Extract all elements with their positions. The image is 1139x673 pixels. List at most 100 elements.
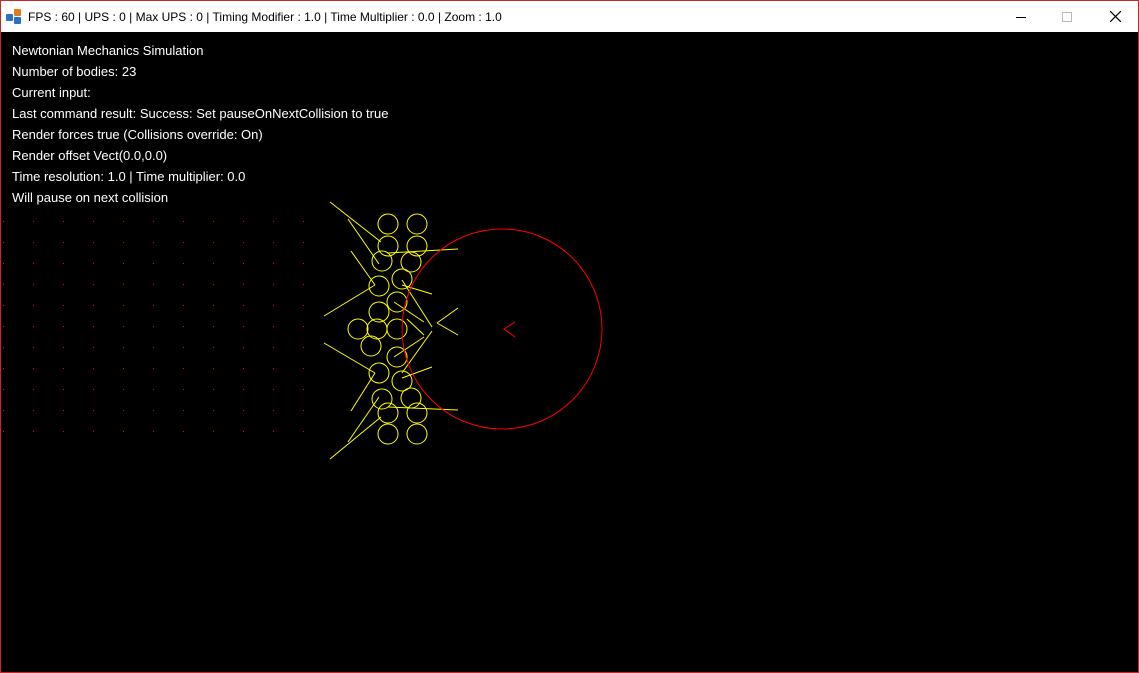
grid-dot bbox=[273, 326, 274, 327]
grid-dot bbox=[153, 410, 154, 411]
grid-dot bbox=[153, 368, 154, 369]
grid-dot bbox=[93, 305, 94, 306]
grid-dot bbox=[3, 410, 4, 411]
grid-dot bbox=[153, 389, 154, 390]
grid-dot bbox=[213, 242, 214, 243]
grid-dot bbox=[93, 431, 94, 432]
force-vector bbox=[401, 284, 433, 295]
grid-dot bbox=[33, 326, 34, 327]
grid-dot bbox=[63, 347, 64, 348]
grid-dot bbox=[153, 326, 154, 327]
small-body bbox=[406, 235, 428, 257]
minimize-button[interactable] bbox=[998, 1, 1044, 32]
grid-dot bbox=[183, 410, 184, 411]
grid-dot bbox=[153, 347, 154, 348]
grid-dot bbox=[123, 368, 124, 369]
grid-dot bbox=[93, 221, 94, 222]
grid-dot bbox=[33, 368, 34, 369]
grid-dot bbox=[243, 368, 244, 369]
grid-dot bbox=[213, 368, 214, 369]
grid-dot bbox=[123, 305, 124, 306]
small-body bbox=[406, 213, 428, 235]
grid-dot bbox=[123, 389, 124, 390]
grid-dot bbox=[273, 368, 274, 369]
grid-dot bbox=[243, 263, 244, 264]
grid-dot bbox=[213, 431, 214, 432]
small-body bbox=[377, 402, 399, 424]
grid-dot bbox=[63, 263, 64, 264]
force-vector bbox=[401, 330, 433, 374]
time-settings-text: Time resolution: 1.0 | Time multiplier: … bbox=[12, 169, 246, 184]
grid-dot bbox=[153, 305, 154, 306]
grid-dot bbox=[33, 305, 34, 306]
small-body bbox=[371, 388, 393, 410]
grid-dot bbox=[273, 221, 274, 222]
force-vector bbox=[329, 201, 382, 243]
java-cup-icon bbox=[6, 8, 22, 25]
grid-dot bbox=[3, 221, 4, 222]
grid-dot bbox=[33, 221, 34, 222]
grid-dot bbox=[3, 284, 4, 285]
grid-dot bbox=[303, 347, 304, 348]
grid-dot bbox=[273, 389, 274, 390]
grid-dot bbox=[213, 326, 214, 327]
grid-dot bbox=[213, 221, 214, 222]
app-window: FPS : 60 | UPS : 0 | Max UPS : 0 | Timin… bbox=[0, 0, 1139, 673]
grid-dot bbox=[93, 368, 94, 369]
grid-dot bbox=[183, 263, 184, 264]
grid-dot bbox=[183, 389, 184, 390]
force-vector bbox=[347, 396, 380, 443]
grid-dot bbox=[183, 368, 184, 369]
grid-dot bbox=[303, 368, 304, 369]
grid-dot bbox=[243, 242, 244, 243]
grid-dot bbox=[63, 284, 64, 285]
grid-dot bbox=[273, 284, 274, 285]
small-body bbox=[360, 335, 382, 357]
grid-dot bbox=[213, 305, 214, 306]
grid-dot bbox=[213, 347, 214, 348]
grid-dot bbox=[273, 242, 274, 243]
grid-dot bbox=[3, 368, 4, 369]
grid-dot bbox=[273, 347, 274, 348]
grid-dot bbox=[63, 221, 64, 222]
grid-dot bbox=[123, 326, 124, 327]
small-body bbox=[368, 362, 390, 384]
grid-dot bbox=[93, 389, 94, 390]
grid-dot bbox=[153, 284, 154, 285]
render-offset-text: Render offset Vect(0.0,0.0) bbox=[12, 148, 168, 163]
grid-dot bbox=[123, 263, 124, 264]
force-vector bbox=[387, 248, 459, 254]
force-vector bbox=[436, 307, 459, 324]
grid-dot bbox=[63, 305, 64, 306]
grid-dot bbox=[3, 326, 4, 327]
close-icon bbox=[1109, 11, 1121, 22]
grid-dot bbox=[273, 410, 274, 411]
grid-dot bbox=[3, 263, 4, 264]
grid-dot bbox=[33, 284, 34, 285]
grid-dot bbox=[243, 410, 244, 411]
grid-dot bbox=[243, 326, 244, 327]
simulation-viewport[interactable]: Newtonian Mechanics Simulation Number of… bbox=[1, 32, 1138, 672]
grid-dot bbox=[123, 410, 124, 411]
pause-status-text: Will pause on next collision bbox=[12, 190, 169, 205]
grid-dot bbox=[123, 242, 124, 243]
last-command-text: Last command result: Success: Set pauseO… bbox=[12, 106, 389, 121]
title-bar[interactable]: FPS : 60 | UPS : 0 | Max UPS : 0 | Timin… bbox=[1, 1, 1138, 32]
grid-dot bbox=[303, 431, 304, 432]
close-button[interactable] bbox=[1092, 1, 1138, 32]
grid-dot bbox=[33, 410, 34, 411]
grid-dot bbox=[153, 431, 154, 432]
force-vector bbox=[436, 322, 459, 336]
grid-dot bbox=[243, 284, 244, 285]
grid-dot bbox=[243, 305, 244, 306]
force-vector bbox=[387, 406, 459, 411]
grid-dot bbox=[243, 431, 244, 432]
grid-dot bbox=[213, 410, 214, 411]
velocity-marker bbox=[503, 321, 516, 338]
grid-dot bbox=[273, 305, 274, 306]
maximize-button[interactable] bbox=[1044, 1, 1090, 32]
body-count-text: Number of bodies: 23 bbox=[12, 64, 137, 79]
window-title: FPS : 60 | UPS : 0 | Max UPS : 0 | Timin… bbox=[28, 9, 502, 24]
grid-dot bbox=[123, 221, 124, 222]
simulation-heading: Newtonian Mechanics Simulation bbox=[12, 43, 204, 58]
